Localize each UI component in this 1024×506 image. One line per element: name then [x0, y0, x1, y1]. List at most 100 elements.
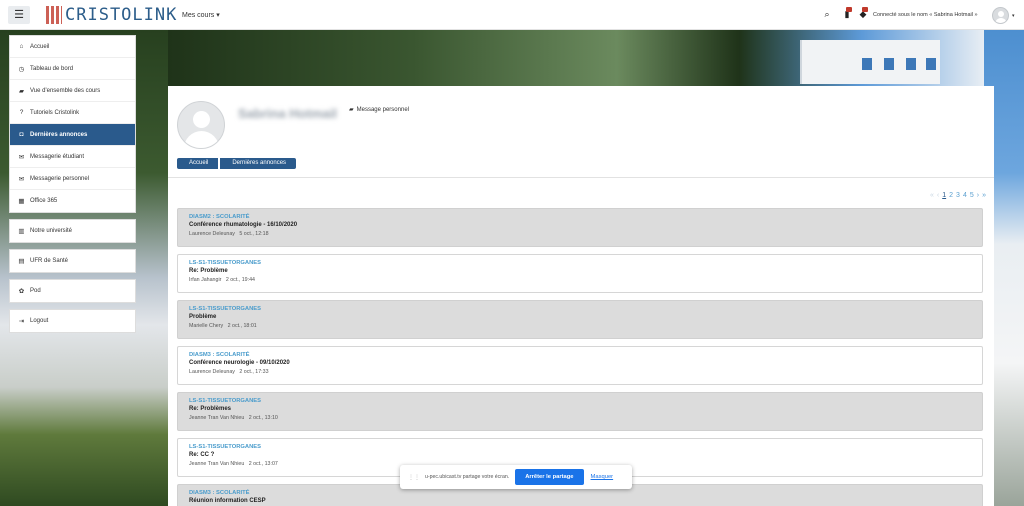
- post-course[interactable]: DIASM3 : SCOLARITÉ: [189, 352, 971, 358]
- logout-icon: ⇥: [18, 318, 25, 325]
- mes-cours-menu[interactable]: Mes cours ▾: [182, 11, 220, 19]
- notification-badge: [846, 7, 852, 12]
- screen-share-bar: ⋮⋮ u-pec.ubicast.tv partage votre écran.…: [400, 465, 632, 489]
- announcements-list: DIASM2 : SCOLARITÉ Conférence rhumatolog…: [177, 208, 983, 506]
- connected-as-text[interactable]: Connecté sous le nom « Sabrina Hotmail »: [873, 12, 978, 18]
- user-avatar[interactable]: [992, 7, 1009, 24]
- post-author: Laurence Deleunay: [189, 369, 235, 375]
- breadcrumb-accueil[interactable]: Accueil: [177, 158, 219, 169]
- list-item[interactable]: DIASM3 : SCOLARITÉ Conférence neurologie…: [177, 346, 983, 385]
- university-icon: ▥: [18, 228, 25, 235]
- question-icon: ?: [19, 109, 24, 116]
- envelope-icon: ✉: [18, 153, 25, 161]
- profile-avatar[interactable]: [177, 101, 225, 149]
- sidebar-item-label: Accueil: [30, 43, 50, 50]
- logo-icon: [46, 6, 62, 24]
- sidebar-group-universite: ▥ Notre université: [9, 219, 136, 243]
- logo-text: CRISTOLINK: [65, 5, 178, 25]
- sidebar-item-tutoriels[interactable]: ? Tutoriels Cristolink: [10, 102, 135, 124]
- sidebar-item-dernieres-annonces[interactable]: ◘ Dernières annonces: [10, 124, 135, 146]
- list-item[interactable]: LS-S1-TISSUETORGANES Re: Problèmes Jeann…: [177, 392, 983, 431]
- sidebar-item-label: Office 365: [30, 198, 58, 204]
- sidebar-item-label: Logout: [30, 318, 49, 324]
- dashboard-icon: ◷: [18, 65, 25, 73]
- breadcrumb-dernieres-annonces[interactable]: Dernières annonces: [220, 158, 297, 169]
- pagination-page-4[interactable]: 4: [963, 192, 967, 199]
- profile-name: Sabrina Hotmail: [238, 106, 337, 121]
- sidebar-item-tableau-de-bord[interactable]: ◷ Tableau de bord: [10, 58, 135, 80]
- hide-share-bar-link[interactable]: Masquer: [591, 474, 614, 480]
- post-author: Marielle Chery: [189, 323, 224, 329]
- post-course[interactable]: LS-S1-TISSUETORGANES: [189, 260, 971, 266]
- post-course[interactable]: DIASM2 : SCOLARITÉ: [189, 214, 971, 220]
- post-subject[interactable]: Re: Problèmes: [189, 406, 971, 412]
- sidebar-item-label: UFR de Santé: [30, 258, 69, 264]
- post-course[interactable]: LS-S1-TISSUETORGANES: [189, 398, 971, 404]
- pagination-page-3[interactable]: 3: [956, 192, 960, 199]
- comment-icon: ▰: [349, 107, 354, 113]
- sidebar-item-label: Notre université: [30, 228, 73, 234]
- post-subject[interactable]: Conférence neurologie - 09/10/2020: [189, 360, 971, 366]
- home-icon: ⌂: [19, 43, 24, 50]
- post-date: 2 oct., 19:44: [225, 277, 255, 283]
- message-personnel-link[interactable]: ▰ Message personnel: [349, 106, 409, 114]
- chevron-down-icon[interactable]: ▾: [1012, 13, 1015, 19]
- envelope-icon: ✉: [18, 175, 25, 183]
- post-course[interactable]: LS-S1-TISSUETORGANES: [189, 444, 971, 450]
- sidebar-item-notre-universite[interactable]: ▥ Notre université: [10, 220, 135, 242]
- building-icon: ▤: [18, 258, 25, 265]
- sidebar-item-label: Messagerie personnel: [30, 175, 90, 182]
- post-subject[interactable]: Conférence rhumatologie - 16/10/2020: [189, 222, 971, 228]
- main-content: Sabrina Hotmail ▰ Message personnel Accu…: [168, 86, 994, 506]
- hamburger-icon[interactable]: ☰: [8, 6, 30, 24]
- search-icon[interactable]: ⌕: [822, 9, 832, 19]
- sidebar-item-vue-ensemble[interactable]: ▰ Vue d'ensemble des cours: [10, 80, 135, 102]
- stop-sharing-button[interactable]: Arrêter le partage: [515, 469, 584, 485]
- list-item[interactable]: LS-S1-TISSUETORGANES Re: Problème Irfan …: [177, 254, 983, 293]
- sidebar-item-office-365[interactable]: ▦ Office 365: [10, 190, 135, 212]
- post-course[interactable]: DIASM3 : SCOLARITÉ: [189, 490, 971, 496]
- breadcrumb: Accueil Dernières annonces: [177, 158, 298, 169]
- pagination-next[interactable]: ›: [977, 192, 979, 199]
- sidebar-group-pod: ✿ Pod: [9, 279, 136, 303]
- post-date: 2 oct., 17:33: [239, 369, 269, 375]
- post-date: 2 oct., 18:01: [227, 323, 257, 329]
- pagination-page-5[interactable]: 5: [970, 192, 974, 199]
- gear-icon: ✿: [18, 288, 25, 295]
- post-subject[interactable]: Re: Problème: [189, 268, 971, 274]
- background-building: [800, 40, 940, 84]
- post-course[interactable]: LS-S1-TISSUETORGANES: [189, 306, 971, 312]
- sidebar-item-messagerie-personnel[interactable]: ✉ Messagerie personnel: [10, 168, 135, 190]
- post-date: 5 oct., 12:18: [239, 231, 269, 237]
- message-personnel-label: Message personnel: [356, 106, 409, 113]
- sidebar-item-pod[interactable]: ✿ Pod: [10, 280, 135, 302]
- page-header: Sabrina Hotmail ▰ Message personnel Accu…: [168, 86, 994, 178]
- sidebar-item-accueil[interactable]: ⌂ Accueil: [10, 36, 135, 58]
- list-item[interactable]: DIASM2 : SCOLARITÉ Conférence rhumatolog…: [177, 208, 983, 247]
- post-subject[interactable]: Problème: [189, 314, 971, 320]
- post-meta: Laurence Deleunay 5 oct., 12:18: [189, 231, 971, 237]
- pagination-last[interactable]: »: [982, 192, 986, 199]
- pagination-prev[interactable]: ‹: [937, 192, 939, 199]
- post-subject[interactable]: Réunion information CESP: [189, 498, 971, 504]
- sidebar-item-logout[interactable]: ⇥ Logout: [10, 310, 135, 332]
- post-meta: Jeanne Tran Van Nhieu 2 oct., 13:10: [189, 415, 971, 421]
- list-item[interactable]: LS-S1-TISSUETORGANES Problème Marielle C…: [177, 300, 983, 339]
- sidebar-item-messagerie-etudiant[interactable]: ✉ Messagerie étudiant: [10, 146, 135, 168]
- pagination-first[interactable]: «: [930, 192, 934, 199]
- sidebar-item-label: Tableau de bord: [30, 65, 74, 72]
- post-date: 2 oct., 13:07: [248, 461, 278, 467]
- windows-icon: ▦: [18, 198, 25, 205]
- pagination-page-2[interactable]: 2: [949, 192, 953, 199]
- drag-handle-icon[interactable]: ⋮⋮: [408, 474, 420, 481]
- sidebar-item-label: Pod: [30, 288, 41, 294]
- sidebar-item-ufr-sante[interactable]: ▤ UFR de Santé: [10, 250, 135, 272]
- sidebar-item-label: Tutoriels Cristolink: [30, 109, 80, 116]
- pagination-page-1[interactable]: 1: [942, 192, 946, 199]
- comments-icon: ◘: [19, 131, 24, 138]
- logo[interactable]: CRISTOLINK: [46, 4, 177, 26]
- post-subject[interactable]: Re: CC ?: [189, 452, 971, 458]
- post-author: Irfan Jahangir: [189, 277, 222, 283]
- post-meta: Marielle Chery 2 oct., 18:01: [189, 323, 971, 329]
- pagination: « ‹ 1 2 3 4 5 › »: [930, 192, 986, 199]
